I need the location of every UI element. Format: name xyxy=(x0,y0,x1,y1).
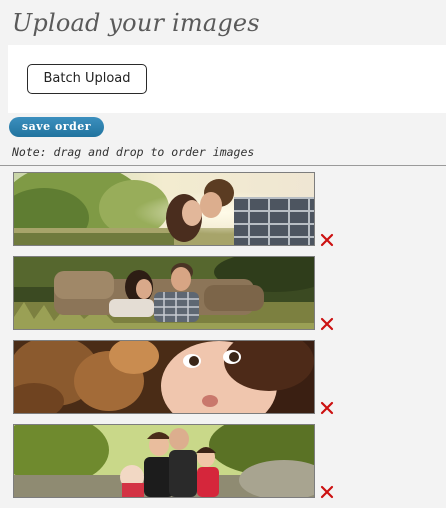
image-thumbnail-couple-kiss[interactable] xyxy=(13,172,315,246)
batch-upload-button[interactable]: Batch Upload xyxy=(27,64,147,94)
delete-image-icon[interactable] xyxy=(320,232,334,247)
delete-image-icon[interactable] xyxy=(320,484,334,499)
image-list-item[interactable] xyxy=(13,172,343,256)
photo-couple-couch xyxy=(14,257,314,329)
photo-child-leaves xyxy=(14,341,314,413)
image-list-item[interactable] xyxy=(13,424,343,508)
image-list-item[interactable] xyxy=(13,256,343,340)
page-title: Upload your images xyxy=(12,9,260,37)
delete-image-icon[interactable] xyxy=(320,400,334,415)
image-thumbnail-couple-couch[interactable] xyxy=(13,256,315,330)
delete-image-icon[interactable] xyxy=(320,316,334,331)
save-order-button[interactable]: save order xyxy=(9,117,104,137)
divider xyxy=(0,165,446,166)
upload-panel: Batch Upload xyxy=(8,45,446,113)
image-thumbnail-family-rocks[interactable] xyxy=(13,424,315,498)
drag-drop-note: Note: drag and drop to order images xyxy=(12,145,255,159)
photo-couple-kiss xyxy=(14,173,314,245)
image-thumbnail-child-leaves[interactable] xyxy=(13,340,315,414)
image-list-item[interactable] xyxy=(13,340,343,424)
photo-family-rocks xyxy=(14,425,314,497)
image-list xyxy=(13,172,343,508)
